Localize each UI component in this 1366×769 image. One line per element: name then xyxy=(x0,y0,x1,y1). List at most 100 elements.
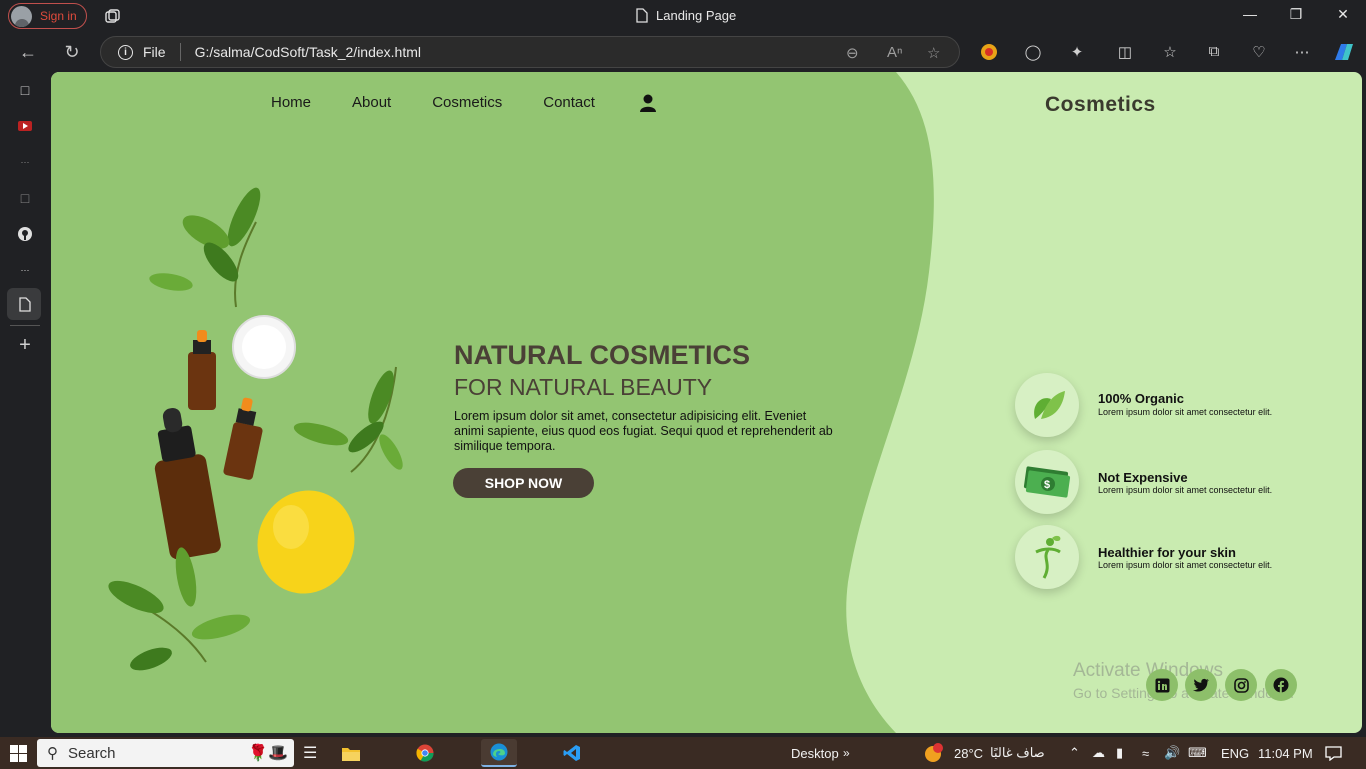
address-url[interactable]: G:/salma/CodSoft/Task_2/index.html xyxy=(195,44,421,60)
search-icon: ⚲ xyxy=(47,745,58,762)
dropper-bottle-small-2 xyxy=(223,397,263,480)
youtube-tab-icon[interactable] xyxy=(15,116,35,136)
split-screen-icon[interactable]: ◫ xyxy=(1115,43,1135,63)
clock-time[interactable]: 11:04 PM xyxy=(1258,743,1313,763)
svg-text:$: $ xyxy=(1044,479,1050,491)
feature-desc: Lorem ipsum dolor sit amet consectetur e… xyxy=(1098,407,1273,417)
landing-page: Home About Cosmetics Contact Cosmetics N… xyxy=(51,72,1362,733)
back-arrow-icon[interactable]: ← xyxy=(17,42,39,63)
onedrive-cloud-icon[interactable]: ☁ xyxy=(1092,743,1105,763)
tab-landing-page[interactable]: Landing Page xyxy=(636,8,736,23)
weather-icon[interactable] xyxy=(922,743,944,763)
toolbar-chevron-icon[interactable]: » xyxy=(843,743,850,763)
search-placeholder: Search xyxy=(68,744,116,762)
chrome-icon[interactable] xyxy=(416,743,434,763)
battery-icon[interactable]: ▮ xyxy=(1116,743,1123,763)
nav-contact[interactable]: Contact xyxy=(543,94,595,111)
money-icon: $ xyxy=(1015,450,1079,514)
github-tab-icon[interactable] xyxy=(15,224,35,244)
feature-organic: 100% Organic Lorem ipsum dolor sit amet … xyxy=(1015,373,1335,437)
feature-title: 100% Organic xyxy=(1098,391,1184,406)
more-menu-icon[interactable]: ⋯ xyxy=(1292,43,1312,63)
copilot-icon[interactable] xyxy=(1332,41,1353,61)
nav-home[interactable]: Home xyxy=(271,94,311,111)
brand-logo[interactable]: Cosmetics xyxy=(1045,93,1156,117)
browser-essentials-icon[interactable]: ♡ xyxy=(1249,43,1269,63)
address-scheme: File xyxy=(143,44,166,60)
dropper-bottle-small-1 xyxy=(188,330,216,410)
feature-desc: Lorem ipsum dolor sit amet consectetur e… xyxy=(1098,560,1273,570)
refresh-icon[interactable]: ↻ xyxy=(61,42,83,63)
notifications-icon[interactable] xyxy=(1325,743,1342,763)
weather-condition[interactable]: صاف غالبًا xyxy=(990,743,1045,763)
vscode-icon[interactable] xyxy=(563,743,581,763)
tab-title-text: Landing Page xyxy=(656,8,737,23)
task-view-icon[interactable]: ☰ xyxy=(303,743,317,763)
tab-icon-dots[interactable]: ⋯ xyxy=(15,152,35,172)
info-icon[interactable]: i xyxy=(118,44,133,60)
current-page-tab-icon[interactable] xyxy=(15,294,35,314)
document-tab-icon[interactable]: □ xyxy=(15,188,35,208)
sidebar-divider xyxy=(10,325,40,326)
volume-icon[interactable]: 🔊 xyxy=(1164,743,1180,763)
weather-temperature[interactable]: 28°C xyxy=(954,743,983,763)
search-highlight-art-icon: 🌹🎩 xyxy=(248,745,288,762)
page-icon xyxy=(636,8,648,23)
feature-healthier: Healthier for your skin Lorem ipsum dolo… xyxy=(1015,525,1335,589)
feature-desc: Lorem ipsum dolor sit amet consectetur e… xyxy=(1098,485,1273,495)
tab-icon-dots-2[interactable]: ⋯ xyxy=(15,260,35,280)
feature-not-expensive: $ Not Expensive Lorem ipsum dolor sit am… xyxy=(1015,450,1335,514)
leaf-branch-bottom xyxy=(108,547,251,671)
address-bar[interactable]: i File G:/salma/CodSoft/Task_2/index.htm… xyxy=(100,36,960,68)
nav-cosmetics[interactable]: Cosmetics xyxy=(432,94,502,111)
favorites-icon[interactable]: ☆ xyxy=(1160,43,1180,63)
extensions-puzzle-icon[interactable]: ✦ xyxy=(1067,43,1087,63)
read-aloud-icon[interactable]: Aⁿ xyxy=(887,44,902,61)
leaf-branch-top xyxy=(149,187,261,308)
windows-start-icon[interactable] xyxy=(10,743,27,763)
browser-title-bar: Sign in Landing Page — ❐ ✕ xyxy=(0,0,1366,33)
close-window-button[interactable]: ✕ xyxy=(1333,6,1353,23)
windows-taskbar: ⚲ Search 🌹🎩 ☰ Desktop » 28°C صاف غالبًا … xyxy=(0,737,1366,769)
language-indicator[interactable]: ENG xyxy=(1221,743,1249,763)
address-separator xyxy=(179,43,181,61)
workspaces-icon[interactable] xyxy=(104,8,121,25)
feature-title: Not Expensive xyxy=(1098,470,1188,485)
healthy-person-icon xyxy=(1015,525,1079,589)
file-explorer-icon[interactable] xyxy=(342,743,360,763)
vertical-tabs-sidebar: □ ⋯ □ ⋯ + xyxy=(0,72,50,737)
linkedin-icon[interactable] xyxy=(1146,669,1178,701)
collections-icon[interactable]: ⧉ xyxy=(1204,43,1224,63)
facebook-icon[interactable] xyxy=(1265,669,1297,701)
browser-toolbar: ← ↻ i File G:/salma/CodSoft/Task_2/index… xyxy=(0,33,1366,72)
signin-button[interactable]: Sign in xyxy=(8,3,87,29)
profile-avatar-icon xyxy=(11,5,32,27)
wifi-icon[interactable]: ≈ xyxy=(1142,743,1149,763)
edge-taskbar-icon[interactable] xyxy=(481,739,517,767)
favorite-star-icon[interactable]: ☆ xyxy=(927,44,940,62)
tab-actions-icon[interactable]: □ xyxy=(15,80,35,100)
user-icon[interactable] xyxy=(639,94,657,112)
dropper-bottle-large xyxy=(154,407,221,560)
activate-windows-subtitle: Go to Settings to activate Windows. xyxy=(1073,685,1294,701)
shop-now-button[interactable]: SHOP NOW xyxy=(453,468,594,498)
show-hidden-icons-chevron[interactable]: ⌃ xyxy=(1069,743,1080,763)
desktop-toolbar-label[interactable]: Desktop xyxy=(791,743,839,763)
restore-button[interactable]: ❐ xyxy=(1286,6,1306,23)
leaf-icon xyxy=(1015,373,1079,437)
keyboard-icon[interactable]: ⌨ xyxy=(1188,743,1207,763)
minimize-button[interactable]: — xyxy=(1240,6,1260,22)
instagram-icon[interactable] xyxy=(1225,669,1257,701)
taskbar-search-box[interactable]: ⚲ Search 🌹🎩 xyxy=(37,739,294,767)
shield-extension-icon[interactable]: ◯ xyxy=(1023,43,1043,63)
twitter-icon[interactable] xyxy=(1185,669,1217,701)
feature-title: Healthier for your skin xyxy=(1098,545,1236,560)
signin-label: Sign in xyxy=(40,9,77,23)
zoom-out-icon[interactable]: ⊖ xyxy=(846,44,859,62)
hero-subtitle: FOR NATURAL BEAUTY xyxy=(454,374,713,400)
extension-colorful-icon[interactable] xyxy=(979,43,999,63)
nav-about[interactable]: About xyxy=(352,94,391,111)
hero-text: Lorem ipsum dolor sit amet, consectetur … xyxy=(454,409,833,453)
new-tab-plus-icon[interactable]: + xyxy=(15,334,35,356)
cosmetics-product-illustration xyxy=(108,187,403,671)
